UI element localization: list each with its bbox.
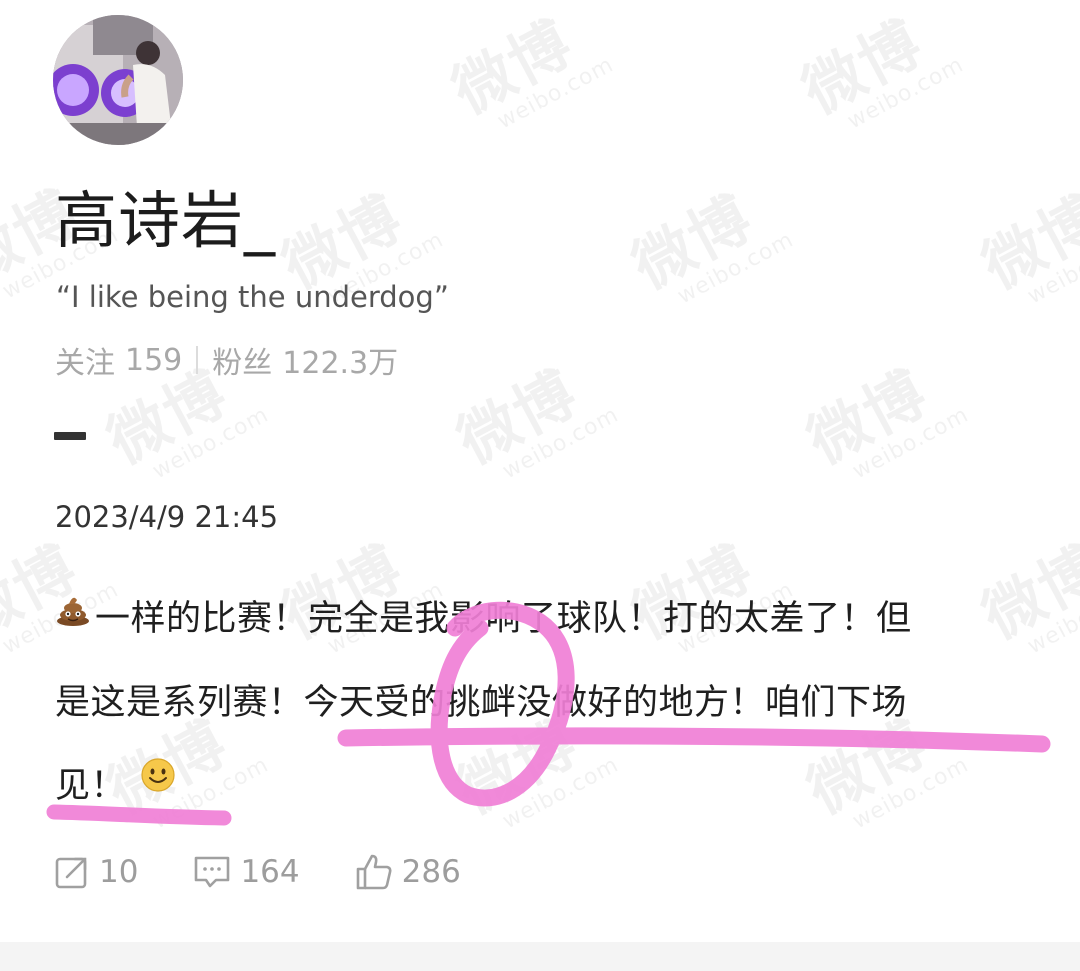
- repost-button[interactable]: 10: [53, 853, 138, 891]
- profile-stats: 关注 159 粉丝 122.3万: [55, 338, 398, 382]
- comment-icon: [195, 856, 230, 888]
- post-content: 高诗岩_ “I like being the underdog” 关注 159 …: [0, 0, 1080, 971]
- repost-count: 10: [99, 854, 139, 890]
- post-timestamp: 2023/4/9 21:45: [55, 500, 279, 534]
- stats-divider: [196, 346, 199, 374]
- post-actions: 10 164 286: [53, 852, 515, 892]
- avatar-image: [53, 15, 183, 145]
- avatar[interactable]: [53, 15, 183, 145]
- post-line-1: 一样的比赛！完全是我影响了球队！打的太差了！但: [95, 599, 912, 639]
- comment-button[interactable]: 164: [192, 853, 300, 891]
- like-count: 286: [401, 854, 461, 890]
- bottom-bar: [0, 942, 1080, 971]
- repost-icon: [55, 857, 87, 889]
- weibo-post-screen: 微博 weibo.com 微博 weibo.com 微博 weibo.com 微博 we…: [0, 0, 1080, 971]
- post-line-3: 见！: [55, 765, 127, 806]
- followers-count[interactable]: 122.3万: [282, 338, 398, 382]
- following-count[interactable]: 159: [125, 343, 182, 378]
- username[interactable]: 高诗岩_: [55, 170, 276, 260]
- section-divider: [54, 432, 86, 440]
- smile-emoji: [140, 741, 176, 824]
- thumbs-up-icon: [356, 854, 392, 890]
- poop-emoji: [55, 575, 91, 658]
- like-button[interactable]: 286: [354, 852, 461, 892]
- user-bio: “I like being the underdog”: [56, 280, 449, 314]
- following-label[interactable]: 关注: [55, 338, 115, 382]
- comment-count: 164: [240, 854, 300, 890]
- post-line-2: 是这是系列赛！今天受的挑衅没做好的地方！咱们下场: [55, 682, 908, 723]
- post-text: 一样的比赛！完全是我影响了球队！打的太差了！但 是这是系列赛！今天受的挑衅没做好…: [55, 578, 1015, 828]
- followers-label[interactable]: 粉丝: [212, 338, 272, 382]
